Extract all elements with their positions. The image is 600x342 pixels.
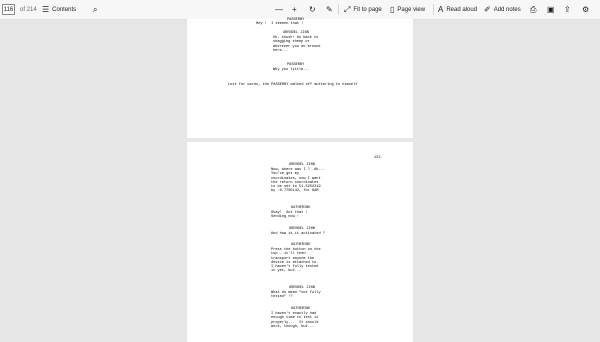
pdf-page: PASSERBY Hey ! I seeeen that ! GRENDEL J… — [187, 18, 413, 138]
page-view-icon: ▯ — [390, 4, 395, 14]
fit-to-page-button[interactable]: ⤢ Fit to page — [344, 0, 382, 19]
dialogue: What do mean "not fully tested" !? — [271, 291, 321, 300]
contents-button[interactable]: ☰ Contents — [42, 0, 76, 19]
character-name: KATHERINE — [291, 206, 311, 210]
character-name: PASSERBY — [287, 63, 305, 67]
dialogue: I haven't exactly had enough time to tes… — [271, 312, 319, 329]
add-notes-icon: ✐ — [484, 4, 491, 14]
rotate-button[interactable]: ↻ — [309, 0, 316, 19]
pdf-toolbar: 116 of 214 ☰ Contents ⌕ — + ↻ ✎ ⤢ Fit to… — [0, 0, 600, 20]
add-notes-label: Add notes — [493, 6, 521, 13]
page-view-label: Page view — [397, 6, 426, 13]
print-icon: ⎙ — [530, 4, 537, 14]
fit-label: Fit to page — [353, 6, 382, 13]
share-icon: ⇪ — [564, 4, 571, 14]
character-name: GRENDEL JINN — [283, 31, 309, 35]
dialogue: Okay! Got that ! Sending now ! — [271, 211, 308, 220]
zoom-in-button[interactable]: + — [292, 0, 297, 19]
rotate-icon: ↻ — [309, 4, 316, 14]
pdf-page: 122. GRENDEL JINN Now, where was I ? Ah.… — [187, 142, 413, 342]
fit-icon: ⤢ — [344, 4, 351, 14]
character-name: GRENDEL JINN — [289, 286, 315, 290]
share-button[interactable]: ⇪ — [564, 0, 571, 19]
print-button[interactable]: ⎙ — [530, 0, 536, 19]
character-name: GRENDEL JINN — [289, 163, 315, 167]
toolbar-divider — [338, 4, 339, 15]
read-aloud-label: Read aloud — [446, 6, 478, 13]
dialogue: Press the button on the top - it'll then… — [271, 248, 321, 274]
character-name: GRENDEL JINN — [289, 227, 315, 231]
page-label: 122. — [374, 156, 383, 160]
toolbar-divider — [433, 4, 434, 15]
settings-button[interactable]: ⚙ — [582, 0, 589, 19]
character-name: KATHERINE — [291, 307, 311, 311]
dialogue: Hey ! I seeeen that ! — [256, 22, 304, 26]
add-notes-button[interactable]: ✐ Add notes — [484, 0, 521, 19]
page-total: of 214 — [20, 6, 37, 13]
page-view-button[interactable]: ▯ Page view — [390, 0, 425, 19]
contents-label: Contents — [52, 6, 77, 13]
save-icon: ▣ — [547, 4, 555, 14]
zoom-out-button[interactable]: — — [275, 0, 283, 19]
pen-icon: ✎ — [326, 4, 333, 14]
draw-button[interactable]: ✎ — [326, 0, 333, 19]
plus-icon: + — [292, 4, 297, 14]
save-button[interactable]: ▣ — [547, 0, 555, 19]
minus-icon: — — [275, 4, 283, 14]
search-button[interactable]: ⌕ — [93, 0, 97, 19]
read-aloud-button[interactable]: A Read aloud — [438, 0, 477, 19]
dialogue: Why you little... — [273, 68, 310, 72]
list-icon: ☰ — [42, 4, 50, 14]
gear-icon: ⚙ — [582, 4, 590, 14]
read-aloud-icon: A — [438, 4, 444, 14]
action-line: Lost for words, the PASSERBY walked off … — [228, 83, 358, 87]
search-icon: ⌕ — [93, 4, 98, 14]
dialogue: And how is it activated ? — [271, 232, 325, 236]
character-name: KATHERINE — [291, 243, 311, 247]
page-number-input[interactable]: 116 — [2, 4, 15, 15]
dialogue: Uh, shush! Go back to shagging sheep or … — [273, 36, 321, 53]
dialogue: Now, where was I ? Ah... You've got my c… — [271, 168, 325, 194]
